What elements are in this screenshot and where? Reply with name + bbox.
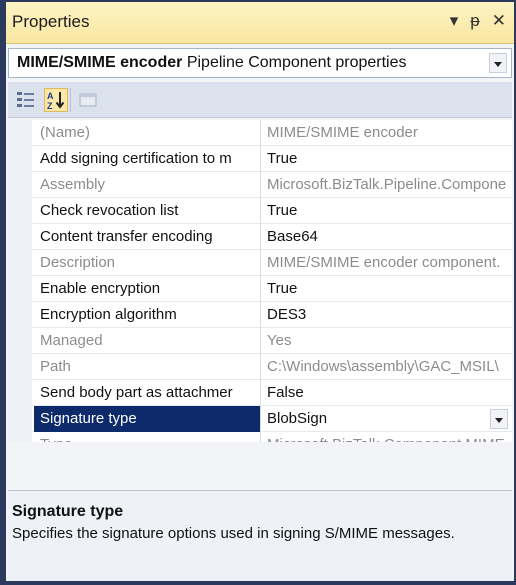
property-value[interactable]: Microsoft.BizTalk.Component.MIME (262, 432, 512, 442)
property-name: Signature type (34, 406, 261, 432)
row-margin (8, 276, 32, 302)
row-margin (8, 250, 32, 276)
property-row-path[interactable]: Path C:\Windows\assembly\GAC_MSIL\ (8, 354, 512, 380)
description-title: Signature type (12, 503, 124, 520)
property-grid: (Name) MIME/SMIME encoder Add signing ce… (8, 120, 512, 442)
property-name: Enable encryption (34, 276, 261, 302)
property-row-enable-encryption[interactable]: Enable encryption True (8, 276, 512, 302)
property-name: Path (34, 354, 261, 380)
property-name: Managed (34, 328, 261, 354)
toolbar-separator (70, 88, 71, 112)
alphabetical-icon: A Z (47, 91, 65, 111)
property-value[interactable]: True (262, 146, 512, 172)
pin-icon[interactable]: ᵽ (470, 10, 479, 32)
property-name: Encryption algorithm (34, 302, 261, 328)
row-margin (8, 120, 32, 146)
title-bar[interactable]: Properties ▾ ᵽ ✕ (6, 2, 514, 44)
property-value[interactable]: Microsoft.BizTalk.Pipeline.Compone (262, 172, 512, 198)
property-row-description[interactable]: Description MIME/SMIME encoder component… (8, 250, 512, 276)
property-value[interactable]: True (262, 276, 512, 302)
row-margin (8, 198, 32, 224)
property-row-content-transfer-encoding[interactable]: Content transfer encoding Base64 (8, 224, 512, 250)
property-value[interactable]: DES3 (262, 302, 512, 328)
object-selector[interactable]: MIME/SMIME encoder Pipeline Component pr… (8, 48, 512, 78)
property-pages-icon (79, 93, 97, 107)
property-value[interactable]: Base64 (262, 224, 512, 250)
window-title: Properties (12, 12, 90, 31)
close-icon[interactable]: ✕ (492, 10, 506, 32)
property-value[interactable]: BlobSign (262, 406, 512, 432)
properties-window: Properties ▾ ᵽ ✕ MIME/SMIME encoder Pipe… (0, 0, 516, 585)
title-bar-controls: ▾ ᵽ ✕ (450, 10, 506, 32)
property-name: Check revocation list (34, 198, 261, 224)
chevron-down-icon[interactable] (489, 53, 507, 73)
property-row-signature-type[interactable]: Signature type BlobSign (8, 406, 512, 432)
property-value[interactable]: MIME/SMIME encoder component. (262, 250, 512, 276)
row-margin (8, 432, 32, 442)
chevron-down-icon[interactable] (490, 409, 508, 429)
row-margin (8, 302, 32, 328)
property-row-name[interactable]: (Name) MIME/SMIME encoder (8, 120, 512, 146)
property-value[interactable]: False (262, 380, 512, 406)
property-value[interactable]: Yes (262, 328, 512, 354)
property-row-managed[interactable]: Managed Yes (8, 328, 512, 354)
object-type: Pipeline Component properties (186, 54, 407, 71)
row-margin (8, 406, 32, 432)
property-value[interactable]: MIME/SMIME encoder (262, 120, 512, 146)
property-row-type[interactable]: Type Microsoft.BizTalk.Component.MIME (8, 432, 512, 442)
svg-text:A: A (47, 91, 54, 101)
categorized-button[interactable] (14, 88, 38, 112)
description-text: Specifies the signature options used in … (12, 525, 455, 542)
property-value[interactable]: C:\Windows\assembly\GAC_MSIL\ (262, 354, 512, 380)
caret-down-icon[interactable]: ▾ (450, 10, 459, 32)
row-margin (8, 380, 32, 406)
property-name: Assembly (34, 172, 261, 198)
property-name: Type (34, 432, 261, 442)
property-row-add-signing-certification[interactable]: Add signing certification to m True (8, 146, 512, 172)
property-row-assembly[interactable]: Assembly Microsoft.BizTalk.Pipeline.Comp… (8, 172, 512, 198)
row-margin (8, 328, 32, 354)
object-name: MIME/SMIME encoder (17, 54, 183, 71)
property-name: Description (34, 250, 261, 276)
property-name: (Name) (34, 120, 261, 146)
categorized-icon (17, 92, 34, 107)
property-value[interactable]: True (262, 198, 512, 224)
row-margin (8, 172, 32, 198)
property-name: Content transfer encoding (34, 224, 261, 250)
row-margin (8, 354, 32, 380)
row-margin (8, 224, 32, 250)
property-row-encryption-algorithm[interactable]: Encryption algorithm DES3 (8, 302, 512, 328)
property-row-check-revocation-list[interactable]: Check revocation list True (8, 198, 512, 224)
property-pages-button[interactable] (76, 88, 100, 112)
svg-text:Z: Z (47, 101, 53, 111)
property-name: Send body part as attachmer (34, 380, 261, 406)
row-margin (8, 146, 32, 172)
properties-toolbar: A Z (8, 82, 512, 118)
alphabetical-button[interactable]: A Z (44, 88, 68, 112)
property-name: Add signing certification to m (34, 146, 261, 172)
property-row-send-body-part-as-attachment[interactable]: Send body part as attachmer False (8, 380, 512, 406)
description-pane: Signature type Specifies the signature o… (8, 490, 512, 581)
object-selector-label: MIME/SMIME encoder Pipeline Component pr… (17, 54, 407, 72)
